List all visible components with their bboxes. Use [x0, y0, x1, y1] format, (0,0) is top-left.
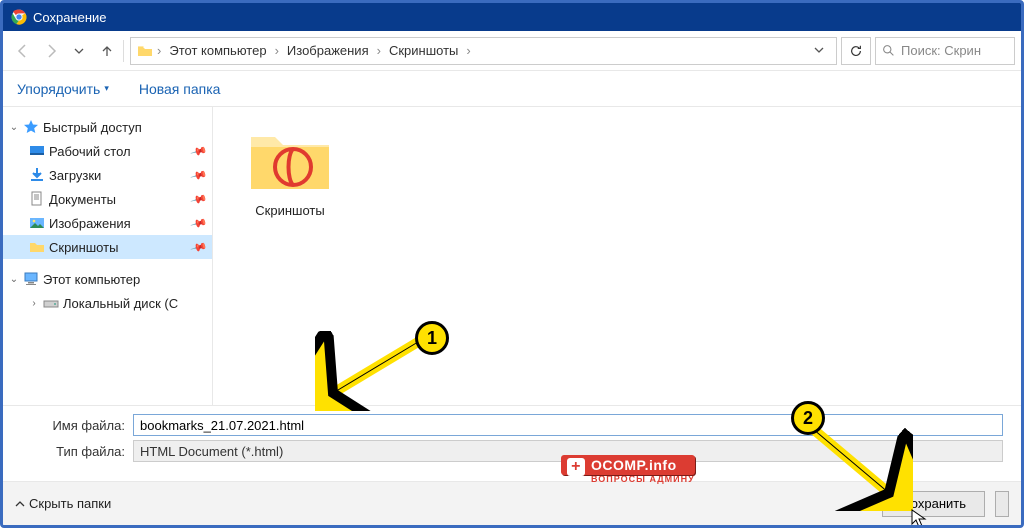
sidebar-item-this-pc[interactable]: ⌄ Этот компьютер: [3, 267, 212, 291]
chevron-down-icon: ⌄: [9, 122, 19, 133]
hide-folders-toggle[interactable]: Скрыть папки: [15, 496, 111, 511]
folder-thumb: [245, 125, 335, 197]
folder-icon: [137, 43, 153, 59]
folder-large-icon: [245, 125, 335, 197]
pictures-icon: [29, 215, 45, 231]
chevron-down-icon: ⌄: [9, 274, 19, 285]
window-title: Сохранение: [33, 10, 107, 25]
filetype-value: HTML Document (*.html): [140, 444, 283, 459]
chevron-right-icon: ›: [273, 43, 281, 58]
breadcrumb-path[interactable]: › Этот компьютер › Изображения › Скриншо…: [130, 37, 837, 65]
chevron-down-icon: [814, 45, 824, 55]
list-item[interactable]: Скриншоты: [235, 125, 345, 218]
recent-locations-button[interactable]: [65, 37, 93, 65]
folder-icon: [29, 239, 45, 255]
chrome-icon: [11, 9, 27, 25]
arrow-left-icon: [15, 43, 31, 59]
forward-button[interactable]: [37, 37, 65, 65]
address-bar-row: › Этот компьютер › Изображения › Скриншо…: [3, 31, 1021, 71]
refresh-button[interactable]: [841, 37, 871, 65]
sidebar-item-label: Изображения: [49, 216, 131, 231]
chevron-right-icon: ›: [464, 43, 472, 58]
sidebar-item-desktop[interactable]: Рабочий стол 📌: [3, 139, 212, 163]
chevron-down-icon: ▾: [104, 83, 109, 94]
organize-label: Упорядочить: [17, 81, 100, 97]
filename-label: Имя файла:: [21, 418, 125, 433]
command-toolbar: Упорядочить ▾ Новая папка: [3, 71, 1021, 107]
hide-folders-label: Скрыть папки: [29, 496, 111, 511]
crumb-this-pc[interactable]: Этот компьютер: [165, 41, 270, 60]
crumb-pictures[interactable]: Изображения: [283, 41, 373, 60]
sidebar-item-pictures[interactable]: Изображения 📌: [3, 211, 212, 235]
sidebar-item-label: Скриншоты: [49, 240, 118, 255]
filetype-label: Тип файла:: [21, 444, 125, 459]
annotation-arrow-2: [803, 421, 913, 511]
title-bar: Сохранение: [3, 3, 1021, 31]
chevron-right-icon: ›: [375, 43, 383, 58]
sidebar-item-quick-access[interactable]: ⌄ Быстрый доступ: [3, 115, 212, 139]
sidebar-item-label: Рабочий стол: [49, 144, 131, 159]
organize-button[interactable]: Упорядочить ▾: [17, 81, 109, 97]
quick-access-label: Быстрый доступ: [43, 120, 142, 135]
pc-icon: [23, 271, 39, 287]
pin-icon: 📌: [190, 166, 208, 184]
downloads-icon: [29, 167, 45, 183]
search-icon: [882, 44, 895, 57]
watermark-sub: ВОПРОСЫ АДМИНУ: [591, 474, 695, 484]
navigation-pane: ⌄ Быстрый доступ Рабочий стол 📌 Загрузки…: [3, 107, 213, 405]
dialog-body: ⌄ Быстрый доступ Рабочий стол 📌 Загрузки…: [3, 107, 1021, 405]
sidebar-item-label: Загрузки: [49, 168, 101, 183]
new-folder-button[interactable]: Новая папка: [139, 81, 221, 97]
chevron-right-icon: ›: [155, 43, 163, 58]
this-pc-label: Этот компьютер: [43, 272, 140, 287]
local-disk-label: Локальный диск (C: [63, 296, 178, 311]
cancel-button[interactable]: [995, 491, 1009, 517]
crumb-screenshots[interactable]: Скриншоты: [385, 41, 462, 60]
pin-icon: 📌: [190, 190, 208, 208]
search-box[interactable]: Поиск: Скрин: [875, 37, 1015, 65]
plus-icon: +: [567, 458, 585, 476]
save-dialog-window: Сохранение › Этот компьютер › Изображени…: [0, 0, 1024, 528]
arrow-right-icon: [43, 43, 59, 59]
arrow-up-icon: [99, 43, 115, 59]
star-icon: [23, 119, 39, 135]
chevron-down-icon: [74, 46, 84, 56]
sidebar-item-screenshots[interactable]: Скриншоты 📌: [3, 235, 212, 259]
nav-separator: [123, 40, 124, 62]
path-dropdown[interactable]: [808, 43, 830, 58]
pin-icon: 📌: [190, 142, 208, 160]
new-folder-label: Новая папка: [139, 81, 221, 97]
drive-icon: [43, 295, 59, 311]
pin-icon: 📌: [190, 214, 208, 232]
sidebar-item-documents[interactable]: Документы 📌: [3, 187, 212, 211]
cursor-icon: [911, 509, 927, 528]
sidebar-item-downloads[interactable]: Загрузки 📌: [3, 163, 212, 187]
pin-icon: 📌: [190, 238, 208, 256]
annotation-badge-1: 1: [415, 321, 449, 355]
search-placeholder: Поиск: Скрин: [901, 43, 981, 58]
watermark-main: OCOMP.info: [591, 457, 677, 473]
sidebar-item-local-disk[interactable]: › Локальный диск (C: [3, 291, 212, 315]
sidebar-item-label: Документы: [49, 192, 116, 207]
refresh-icon: [849, 44, 863, 58]
chevron-up-icon: [15, 499, 25, 509]
watermark: + OCOMP.info ВОПРОСЫ АДМИНУ: [561, 455, 695, 484]
back-button[interactable]: [9, 37, 37, 65]
folder-name-label: Скриншоты: [235, 203, 345, 218]
annotation-badge-2: 2: [791, 401, 825, 435]
documents-icon: [29, 191, 45, 207]
desktop-icon: [29, 143, 45, 159]
chevron-right-icon: ›: [29, 298, 39, 309]
up-button[interactable]: [93, 37, 121, 65]
